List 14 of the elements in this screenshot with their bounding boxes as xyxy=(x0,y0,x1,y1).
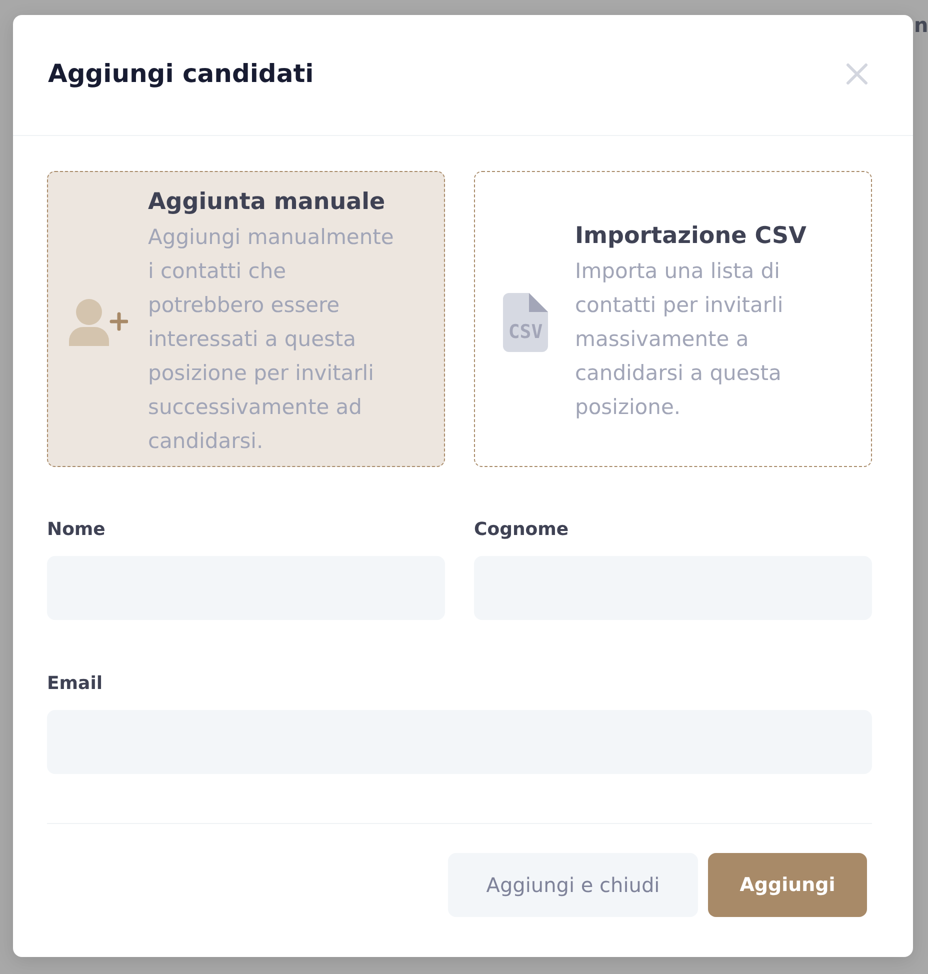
field-label: Nome xyxy=(47,518,106,542)
dialog-title: Aggiungi candidati xyxy=(48,58,314,90)
background-text: n xyxy=(914,12,928,39)
field-label: Cognome xyxy=(474,518,570,542)
close-button[interactable] xyxy=(845,62,869,86)
person-add-icon xyxy=(69,299,128,346)
option-title: Importazione CSV xyxy=(575,222,808,251)
option-description: Importa una lista di contatti per invitarli massivamente a candidarsi a questa posizione. xyxy=(575,258,784,421)
field-label: Email xyxy=(47,672,104,696)
option-title: Aggiunta manuale xyxy=(148,188,386,217)
option-card[interactable]: Aggiunta manuale Aggiungi manualmente i contatti che potrebbero essere interessati a questa posizione per invitarli successivamente ad candidarsi. xyxy=(47,171,445,467)
close-icon xyxy=(846,63,868,85)
file-icon xyxy=(503,293,548,352)
option-description: Aggiungi manualmente i contatti che potrebbero essere interessati a questa posizione per invitarli successivamente ad candidarsi. xyxy=(148,224,395,455)
